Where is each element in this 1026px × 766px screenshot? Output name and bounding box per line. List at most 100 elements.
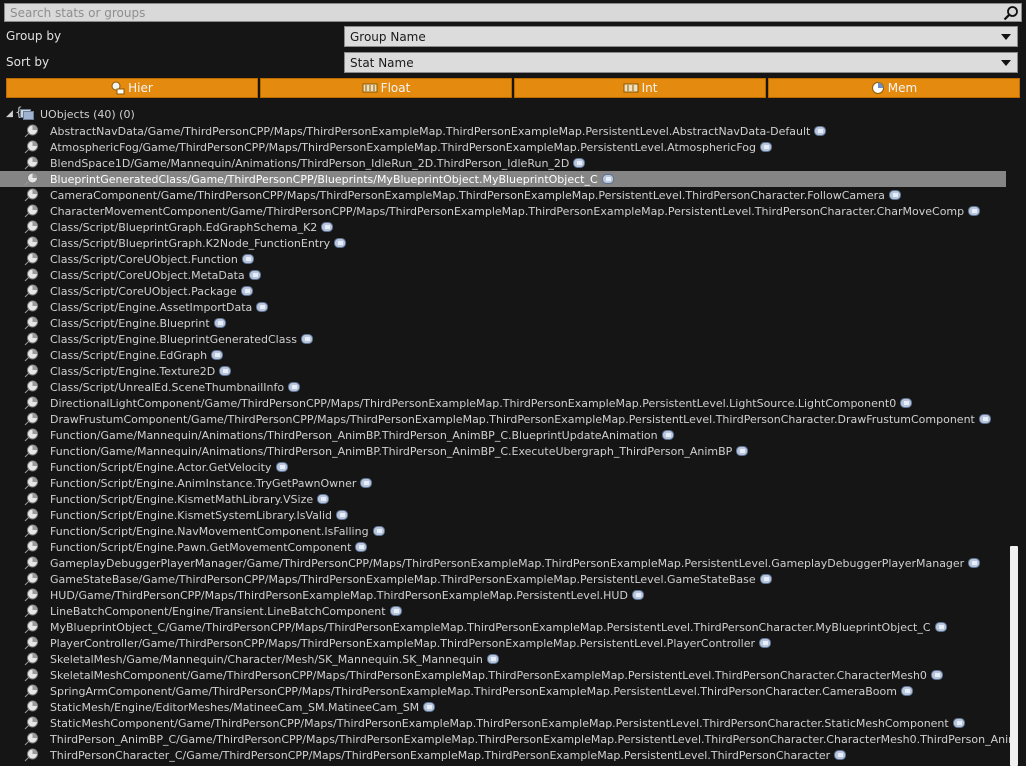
tree-row[interactable]: CharacterMovementComponent/Game/ThirdPer… [0, 203, 1006, 219]
tree-row-text: Function/Game/Mannequin/Animations/Third… [50, 445, 733, 458]
tree-row[interactable]: Class/Script/CoreUObject.MetaData [0, 267, 1006, 283]
tree-row-text: PlayerController/Game/ThirdPersonCPP/Map… [50, 637, 756, 650]
uobject-icon [968, 558, 981, 572]
int-button[interactable]: Int [514, 78, 766, 98]
tree-row[interactable]: Class/Script/UnrealEd.SceneThumbnailInfo [0, 379, 1006, 395]
tree-row-text: Function/Script/Engine.NavMovementCompon… [50, 525, 369, 538]
expand-triangle-icon[interactable]: ◢ [6, 109, 13, 119]
tree-row[interactable]: Function/Script/Engine.KismetMathLibrary… [0, 491, 1006, 507]
tree-row[interactable]: Function/Script/Engine.NavMovementCompon… [0, 523, 1006, 539]
tree-row[interactable]: Class/Script/CoreUObject.Function [0, 251, 1006, 267]
tree-row[interactable]: ThirdPersonCharacter_C/Game/ThirdPersonC… [0, 747, 1006, 763]
tree-root-uobjects[interactable]: ◢ { UObjects (40) (0) [0, 106, 1010, 122]
tree-row[interactable]: BlueprintGeneratedClass/Game/ThirdPerson… [0, 171, 1006, 187]
tree-row[interactable]: ThirdPerson_AnimBP_C/Game/ThirdPersonCPP… [0, 731, 1010, 747]
group-by-label: Group by [6, 29, 62, 43]
tree-row[interactable]: CameraComponent/Game/ThirdPersonCPP/Maps… [0, 187, 1006, 203]
tree-row[interactable]: AbstractNavData/Game/ThirdPersonCPP/Maps… [0, 123, 1006, 139]
sort-by-value: Stat Name [350, 56, 414, 70]
uobject-icon [317, 494, 330, 508]
tree-row[interactable]: Function/Script/Engine.Actor.GetVelocity [0, 459, 1006, 475]
stat-icon [24, 748, 40, 765]
tree-row[interactable]: Function/Script/Engine.KismetSystemLibra… [0, 507, 1006, 523]
tree-row[interactable]: PlayerController/Game/ThirdPersonCPP/Map… [0, 635, 1006, 651]
tree-scrollbar[interactable] [1010, 106, 1020, 766]
tree-row[interactable]: Class/Script/BlueprintGraph.EdGraphSchem… [0, 219, 1006, 235]
uobject-icon [888, 190, 901, 204]
scrollbar-thumb[interactable] [1010, 546, 1018, 766]
uobject-icon [736, 446, 749, 460]
tree-row-label: Class/Script/BlueprintGraph.EdGraphSchem… [50, 221, 334, 236]
tree-row[interactable]: Class/Script/Engine.BlueprintGeneratedCl… [0, 331, 1006, 347]
tree-row[interactable]: DrawFrustumComponent/Game/ThirdPersonCPP… [0, 411, 1006, 427]
tree-row[interactable]: AtmosphericFog/Game/ThirdPersonCPP/Maps/… [0, 139, 1006, 155]
sort-by-label: Sort by [6, 55, 50, 69]
tree-row-label: PlayerController/Game/ThirdPersonCPP/Map… [50, 637, 772, 652]
tree-row-text: Class/Script/UnrealEd.SceneThumbnailInfo [50, 381, 285, 394]
search-box[interactable] [4, 3, 1022, 22]
uobject-icon [952, 718, 965, 732]
tree-row[interactable]: GameplayDebuggerPlayerManager/Game/Third… [0, 555, 1006, 571]
float-icon [362, 83, 378, 93]
search-input[interactable] [5, 4, 1000, 21]
tree-row[interactable]: Function/Game/Mannequin/Animations/Third… [0, 427, 1006, 443]
tree-row-text: GameplayDebuggerPlayerManager/Game/Third… [50, 557, 965, 570]
tree-row[interactable]: SkeletalMesh/Game/Mannequin/Character/Me… [0, 651, 1006, 667]
tree-row-text: SkeletalMesh/Game/Mannequin/Character/Me… [50, 653, 483, 666]
group-by-value: Group Name [350, 30, 426, 44]
tree-row-label: Class/Script/BlueprintGraph.K2Node_Funct… [50, 237, 347, 252]
tree-row[interactable]: Class/Script/BlueprintGraph.K2Node_Funct… [0, 235, 1006, 251]
stats-tree[interactable]: ◢ { UObjects (40) (0) AbstractNavData/Ga… [0, 106, 1010, 766]
tree-row-text: Class/Script/Engine.AssetImportData [50, 301, 253, 314]
tree-row-label: StaticMeshComponent/Game/ThirdPersonCPP/… [50, 717, 965, 732]
tree-row-label: AbstractNavData/Game/ThirdPersonCPP/Maps… [50, 125, 827, 140]
tree-row[interactable]: StaticMesh/Engine/EditorMeshes/MatineeCa… [0, 699, 1006, 715]
tree-row[interactable]: BlendSpace1D/Game/Mannequin/Animations/T… [0, 155, 1006, 171]
tree-row-text: Function/Script/Engine.AnimInstance.TryG… [50, 477, 357, 490]
tree-row-label: DrawFrustumComponent/Game/ThirdPersonCPP… [50, 413, 991, 428]
hier-button[interactable]: Hier [6, 78, 258, 98]
tree-row[interactable]: SpringArmComponent/Game/ThirdPersonCPP/M… [0, 683, 1006, 699]
tree-row[interactable]: LineBatchComponent/Engine/Transient.Line… [0, 603, 1006, 619]
tree-row[interactable]: Class/Script/CoreUObject.Package [0, 283, 1006, 299]
tree-row-text: Class/Script/Engine.EdGraph [50, 349, 208, 362]
tree-row[interactable]: Class/Script/Engine.Blueprint [0, 315, 1006, 331]
tree-row-label: LineBatchComponent/Engine/Transient.Line… [50, 605, 402, 620]
tree-row[interactable]: Function/Game/Mannequin/Animations/Third… [0, 443, 1006, 459]
mem-button[interactable]: Mem [768, 78, 1020, 98]
uobject-icon [661, 430, 674, 444]
sort-by-dropdown[interactable]: Stat Name [344, 52, 1018, 73]
tree-row-text: Class/Script/BlueprintGraph.EdGraphSchem… [50, 221, 318, 234]
tree-row[interactable]: HUD/Game/ThirdPersonCPP/Maps/ThirdPerson… [0, 587, 1006, 603]
uobject-icon [288, 382, 301, 396]
tree-row-label: StaticMesh/Engine/EditorMeshes/MatineeCa… [50, 701, 436, 716]
tree-row-label: GameStateBase/Game/ThirdPersonCPP/Maps/T… [50, 573, 772, 588]
tree-row[interactable]: StaticMeshComponent/Game/ThirdPersonCPP/… [0, 715, 1006, 731]
tree-row[interactable]: DirectionalLightComponent/Game/ThirdPers… [0, 395, 1006, 411]
tree-row-label: Class/Script/Engine.EdGraph [50, 349, 224, 364]
tree-row[interactable]: Class/Script/Engine.AssetImportData [0, 299, 1006, 315]
tree-row[interactable]: GameStateBase/Game/ThirdPersonCPP/Maps/T… [0, 571, 1006, 587]
tree-row[interactable]: MyBlueprintObject_C/Game/ThirdPersonCPP/… [0, 619, 1006, 635]
float-button-label: Float [380, 81, 411, 95]
tree-row[interactable]: Function/Script/Engine.Pawn.GetMovementC… [0, 539, 1006, 555]
tree-row-label: Function/Script/Engine.NavMovementCompon… [50, 525, 385, 540]
tree-row[interactable]: Class/Script/Engine.Texture2D [0, 363, 1006, 379]
tree-row-text: Class/Script/Engine.BlueprintGeneratedCl… [50, 333, 297, 346]
uobject-icon [300, 334, 313, 348]
tree-row-label: ThirdPerson_AnimBP_C/Game/ThirdPersonCPP… [50, 733, 1010, 748]
group-by-dropdown[interactable]: Group Name [344, 26, 1018, 47]
tree-root-label: UObjects (40) (0) [40, 108, 135, 121]
tree-row-text: CharacterMovementComponent/Game/ThirdPer… [50, 205, 965, 218]
tree-row-text: Class/Script/CoreUObject.Function [50, 253, 238, 266]
float-button[interactable]: Float [260, 78, 512, 98]
search-icon[interactable] [1003, 5, 1019, 21]
tree-row-label: Class/Script/Engine.AssetImportData [50, 301, 269, 316]
uobject-icon [934, 622, 947, 636]
tree-row[interactable]: SkeletalMeshComponent/Game/ThirdPersonCP… [0, 667, 1006, 683]
uobject-icon [211, 350, 224, 364]
tree-row[interactable]: Class/Script/Engine.EdGraph [0, 347, 1006, 363]
tree-row[interactable]: Function/Script/Engine.AnimInstance.TryG… [0, 475, 1006, 491]
uobject-icon [321, 222, 334, 236]
tree-row-text: BlendSpace1D/Game/Mannequin/Animations/T… [50, 157, 570, 170]
